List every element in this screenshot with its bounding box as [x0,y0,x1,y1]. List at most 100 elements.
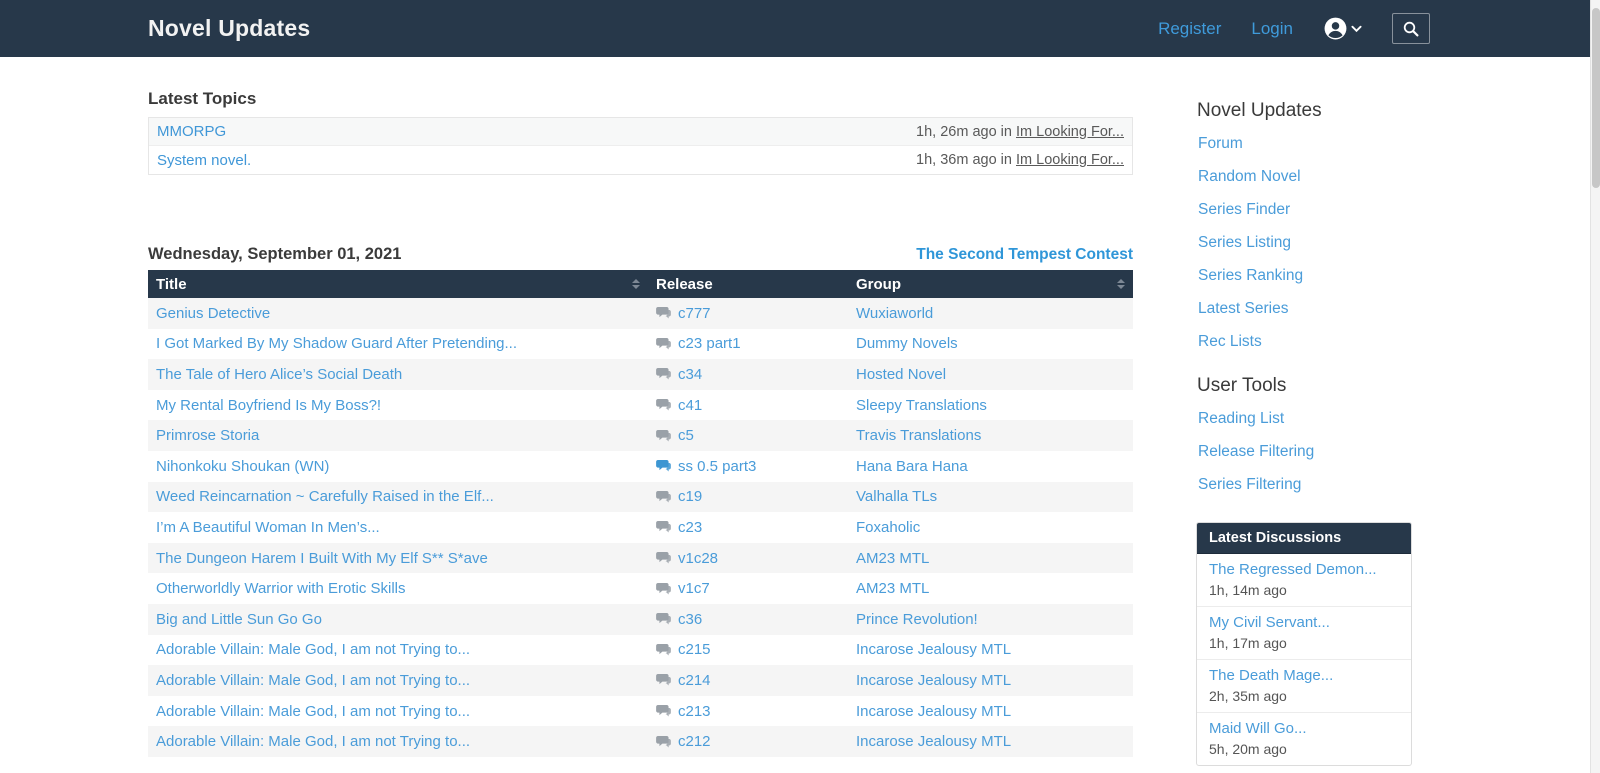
comments-icon[interactable] [656,337,671,350]
release-link[interactable]: c215 [678,641,711,658]
group-link[interactable]: Hana Bara Hana [856,458,968,475]
sidebar-tool-link[interactable]: Series Filtering [1196,468,1412,501]
novel-title-link[interactable]: The Dungeon Harem I Built With My Elf S*… [156,550,488,567]
sidebar-nav-link[interactable]: Forum [1196,127,1412,160]
release-link[interactable]: c23 [678,519,702,536]
sidebar-nav-link[interactable]: Latest Series [1196,292,1412,325]
group-link[interactable]: Dummy Novels [856,335,958,352]
discussion-link[interactable]: My Civil Servant... [1209,614,1399,631]
search-button[interactable] [1392,13,1430,44]
login-link[interactable]: Login [1251,19,1293,39]
topic-forum-link[interactable]: Im Looking For... [1016,152,1124,168]
sidebar-nav-link[interactable]: Series Ranking [1196,259,1412,292]
scrollbar-thumb[interactable] [1592,8,1600,188]
topic-forum-link[interactable]: Im Looking For... [1016,124,1124,140]
comments-icon[interactable] [656,582,671,595]
comments-icon[interactable] [656,368,671,381]
sort-icon[interactable] [632,279,640,289]
release-link[interactable]: ss 0.5 part3 [678,458,756,475]
release-link[interactable]: c34 [678,366,702,383]
column-header-group[interactable]: Group [848,270,1133,298]
discussion-link[interactable]: The Death Mage... [1209,667,1399,684]
comments-icon[interactable] [656,307,671,319]
group-link[interactable]: Incarose Jealousy MTL [856,733,1011,750]
release-link[interactable]: c213 [678,703,711,720]
comments-icon[interactable] [656,643,671,656]
group-cell: Prince Revolution! [848,611,1133,628]
release-link[interactable]: v1c28 [678,550,718,567]
group-link[interactable]: AM23 MTL [856,580,929,597]
scrollbar[interactable] [1590,0,1600,773]
novel-title-link[interactable]: Weed Reincarnation ~ Carefully Raised in… [156,488,494,505]
novel-title-link[interactable]: My Rental Boyfriend Is My Boss?! [156,397,381,414]
sidebar-nav-link[interactable]: Random Novel [1196,160,1412,193]
group-link[interactable]: Incarose Jealousy MTL [856,641,1011,658]
comments-icon[interactable] [656,521,671,533]
group-link[interactable]: Hosted Novel [856,366,946,383]
group-link[interactable]: AM23 MTL [856,550,929,567]
novel-title-link[interactable]: Adorable Villain: Male God, I am not Try… [156,733,470,750]
release-link[interactable]: c214 [678,672,711,689]
table-row: Primrose Storia c5 Travis Translations [148,420,1133,451]
group-link[interactable]: Travis Translations [856,427,981,444]
comments-icon[interactable] [656,674,671,686]
novel-title-link[interactable]: Primrose Storia [156,427,259,444]
release-link[interactable]: v1c7 [678,580,710,597]
release-cell: c777 [648,305,848,322]
sidebar-nav-list: Forum Random Novel Series Finder Series Lis… [1196,127,1412,358]
group-link[interactable]: Foxaholic [856,519,920,536]
novel-title-link[interactable]: Otherworldly Warrior with Erotic Skills [156,580,406,597]
release-link[interactable]: c212 [678,733,711,750]
comments-icon[interactable] [656,552,671,564]
sidebar-tool-link[interactable]: Reading List [1196,402,1412,435]
release-link[interactable]: c19 [678,488,702,505]
discussion-link[interactable]: Maid Will Go... [1209,720,1399,737]
group-link[interactable]: Valhalla TLs [856,488,937,505]
group-link[interactable]: Prince Revolution! [856,611,978,628]
user-menu[interactable] [1323,16,1362,41]
release-link[interactable]: c41 [678,397,702,414]
sidebar-nav-link[interactable]: Series Listing [1196,226,1412,259]
comments-icon[interactable] [656,399,671,411]
release-link[interactable]: c36 [678,611,702,628]
register-link[interactable]: Register [1158,19,1221,39]
novel-title-link[interactable]: Nihonkoku Shoukan (WN) [156,458,329,475]
group-link[interactable]: Sleepy Translations [856,397,987,414]
sidebar-nav-link[interactable]: Series Finder [1196,193,1412,226]
topic-link[interactable]: MMORPG [157,123,226,140]
discussion-link[interactable]: The Regressed Demon... [1209,561,1399,578]
column-header-title[interactable]: Title [148,270,648,298]
novel-title-link[interactable]: The Tale of Hero Alice’s Social Death [156,366,402,383]
group-cell: Hana Bara Hana [848,458,1133,475]
comments-icon[interactable] [656,429,671,442]
comments-icon[interactable] [656,735,671,748]
sort-icon[interactable] [1117,279,1125,289]
comments-icon[interactable] [656,613,671,625]
comments-icon[interactable] [656,490,671,503]
release-cell: c41 [648,397,848,414]
novel-title-link[interactable]: Genius Detective [156,305,270,322]
table-row: Adorable Villain: Male God, I am not Try… [148,665,1133,696]
group-link[interactable]: Incarose Jealousy MTL [856,703,1011,720]
topic-link[interactable]: System novel. [157,152,251,169]
release-cell: c213 [648,703,848,720]
comments-icon[interactable] [656,705,671,717]
column-header-release[interactable]: Release [648,270,848,298]
group-link[interactable]: Wuxiaworld [856,305,933,322]
contest-link[interactable]: The Second Tempest Contest [916,246,1133,264]
title-cell: Weed Reincarnation ~ Carefully Raised in… [148,488,648,505]
novel-title-link[interactable]: Adorable Villain: Male God, I am not Try… [156,703,470,720]
group-link[interactable]: Incarose Jealousy MTL [856,672,1011,689]
comments-icon[interactable] [656,460,671,472]
sidebar-nav-link[interactable]: Rec Lists [1196,325,1412,358]
novel-title-link[interactable]: Big and Little Sun Go Go [156,611,322,628]
novel-title-link[interactable]: I’m A Beautiful Woman In Men’s... [156,519,380,536]
novel-title-link[interactable]: Adorable Villain: Male God, I am not Try… [156,641,470,658]
release-link[interactable]: c23 part1 [678,335,741,352]
release-link[interactable]: c777 [678,305,711,322]
release-link[interactable]: c5 [678,427,694,444]
table-row: The Tale of Hero Alice’s Social Death c3… [148,359,1133,390]
novel-title-link[interactable]: I Got Marked By My Shadow Guard After Pr… [156,335,517,352]
novel-title-link[interactable]: Adorable Villain: Male God, I am not Try… [156,672,470,689]
sidebar-tool-link[interactable]: Release Filtering [1196,435,1412,468]
